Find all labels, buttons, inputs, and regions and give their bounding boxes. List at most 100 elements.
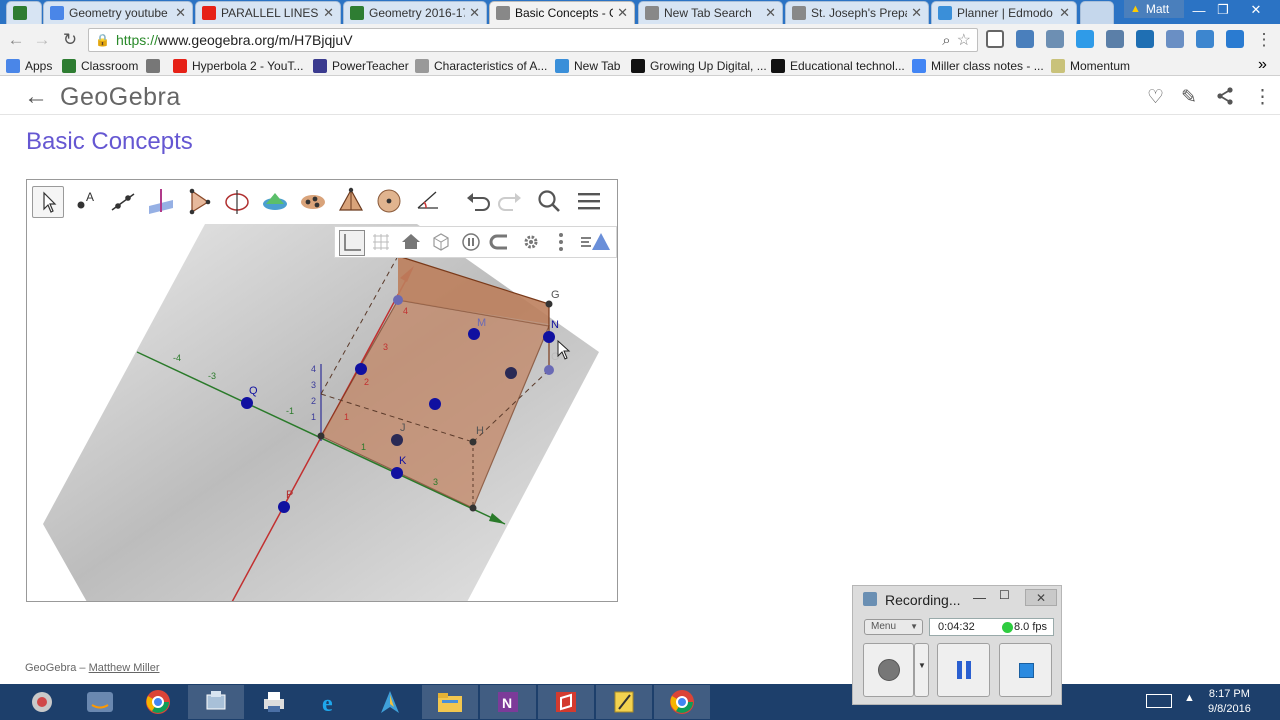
extension-icon[interactable] [1106, 30, 1124, 48]
point-p[interactable] [278, 501, 290, 513]
edit-icon[interactable]: ✎ [1181, 86, 1197, 109]
close-tab-icon[interactable]: ✕ [617, 5, 628, 21]
bookmark-item[interactable]: New Tab [555, 58, 620, 74]
pinned-tab[interactable] [6, 1, 42, 24]
circle-tool-icon[interactable] [222, 186, 254, 218]
back-arrow-icon[interactable]: ← [24, 83, 48, 111]
bookmark-item[interactable]: Classroom [62, 58, 138, 74]
stop-button[interactable] [999, 643, 1052, 697]
file-manager-icon[interactable] [188, 685, 244, 719]
point[interactable] [469, 504, 477, 512]
clipping-icon[interactable] [489, 230, 515, 256]
point-n[interactable] [543, 331, 555, 343]
bookmark-item[interactable]: PowerTeacher [313, 58, 409, 74]
move-tool-icon[interactable] [32, 186, 64, 218]
point-h[interactable] [469, 438, 477, 446]
new-tab-button[interactable] [1080, 1, 1114, 24]
polygon-tool-icon[interactable] [184, 186, 216, 218]
share-icon[interactable] [1215, 86, 1235, 112]
record-options-dropdown[interactable]: ▼ [914, 643, 929, 697]
point-m[interactable] [468, 328, 480, 340]
point-g[interactable] [545, 300, 553, 308]
home-icon[interactable] [399, 230, 425, 256]
close-window-button[interactable]: ✕ [1236, 0, 1276, 20]
record-button[interactable] [863, 643, 914, 697]
search-icon[interactable] [534, 186, 566, 218]
zoom-search-icon[interactable]: ⌕ [942, 32, 950, 49]
extension-icon[interactable] [1196, 30, 1214, 48]
browser-tab[interactable]: Basic Concepts - Ge ✕ [489, 1, 635, 24]
file-explorer-icon[interactable] [422, 685, 478, 719]
view-cube-icon[interactable] [429, 230, 455, 256]
perpendicular-tool-icon[interactable] [146, 186, 178, 218]
sketchup-icon[interactable] [538, 685, 594, 719]
settings-gear-icon[interactable] [519, 230, 545, 256]
undo-icon[interactable] [463, 186, 495, 218]
more-options-icon[interactable]: ⋮ [1253, 86, 1272, 109]
close-tab-icon[interactable]: ✕ [1059, 5, 1070, 21]
origin-point[interactable] [317, 432, 325, 440]
point[interactable] [429, 398, 441, 410]
browser-tab[interactable]: New Tab Search ✕ [638, 1, 783, 24]
intersect-tool-icon[interactable] [260, 186, 292, 218]
chrome-menu-icon[interactable]: ⋮ [1252, 28, 1276, 52]
start-button[interactable] [14, 685, 70, 719]
address-bar[interactable]: 🔒 https:// www.geogebra.org/m/H7BjqjuV ⌕… [88, 28, 978, 52]
close-tab-icon[interactable]: ✕ [323, 5, 334, 21]
point-o[interactable] [544, 365, 554, 375]
geogebra-logo[interactable]: GeoGebra [60, 83, 181, 112]
bookmark-item[interactable] [146, 58, 165, 74]
grid-toggle-icon[interactable] [369, 230, 395, 256]
cast-icon[interactable] [986, 30, 1004, 48]
bookmark-star-icon[interactable]: ☆ [957, 30, 971, 50]
minimize-window-button[interactable]: — [1188, 0, 1210, 20]
extension-icon[interactable] [1046, 30, 1064, 48]
amazon-icon[interactable] [72, 685, 128, 719]
reload-button[interactable]: ↻ [58, 28, 82, 52]
favorite-heart-icon[interactable]: ♡ [1147, 86, 1164, 109]
bookmark-item[interactable]: Hyperbola 2 - YouT... [173, 58, 303, 74]
browser-tab[interactable]: Geometry youtube ✕ [43, 1, 193, 24]
close-tab-icon[interactable]: ✕ [175, 5, 186, 21]
more-options-icon[interactable] [549, 230, 575, 256]
keyboard-icon[interactable] [1146, 694, 1172, 708]
recorder-menu-dropdown[interactable]: Menu ▼ [864, 619, 923, 635]
extension-icon[interactable] [1136, 30, 1154, 48]
close-tab-icon[interactable]: ✕ [911, 5, 922, 21]
point-q[interactable] [241, 397, 253, 409]
extension-icon[interactable] [1166, 30, 1184, 48]
profile-badge[interactable]: ▲ Matt [1124, 0, 1184, 18]
bookmark-item[interactable]: Educational technol... [771, 58, 905, 74]
bookmark-item[interactable]: Apps [6, 58, 52, 74]
point[interactable] [393, 295, 403, 305]
show-hidden-icons-button[interactable]: ▲ [1184, 692, 1195, 704]
notes-app-icon[interactable] [596, 685, 652, 719]
printer-icon[interactable] [246, 685, 302, 719]
browser-tab[interactable]: Geometry 2016-17 ✕ [343, 1, 487, 24]
bookmark-item[interactable]: Miller class notes - ... [912, 58, 1044, 74]
axes-toggle-icon[interactable] [339, 230, 365, 256]
recorder-minimize-button[interactable]: — [973, 590, 986, 605]
recorder-maximize-button[interactable]: ☐ [999, 588, 1010, 602]
pause-button[interactable] [937, 643, 990, 697]
app-icon[interactable] [362, 685, 418, 719]
point-j[interactable] [391, 434, 403, 446]
internet-explorer-icon[interactable]: e [304, 685, 360, 719]
point[interactable] [355, 363, 367, 375]
chrome-icon[interactable] [130, 685, 186, 719]
sphere-tool-icon[interactable] [374, 186, 406, 218]
bookmark-item[interactable]: Characteristics of A... [415, 58, 547, 74]
bookmark-item[interactable]: Momentum [1051, 58, 1130, 74]
redo-icon[interactable] [495, 186, 527, 218]
extension-icon[interactable] [1076, 30, 1094, 48]
author-link[interactable]: Matthew Miller [89, 662, 160, 674]
browser-tab[interactable]: Planner | Edmodo ✕ [931, 1, 1077, 24]
forward-button[interactable]: → [30, 28, 54, 52]
point[interactable] [505, 367, 517, 379]
recorder-close-button[interactable]: ✕ [1025, 589, 1057, 606]
onenote-icon[interactable]: N [480, 685, 536, 719]
point-k[interactable] [391, 467, 403, 479]
extension-icon[interactable] [1016, 30, 1034, 48]
geogebra-applet[interactable]: A G M N O Q J K P H 4 3 2 1 -4 -3 -1 1 3… [26, 179, 618, 602]
toggle-style-bar-icon[interactable] [579, 230, 613, 256]
